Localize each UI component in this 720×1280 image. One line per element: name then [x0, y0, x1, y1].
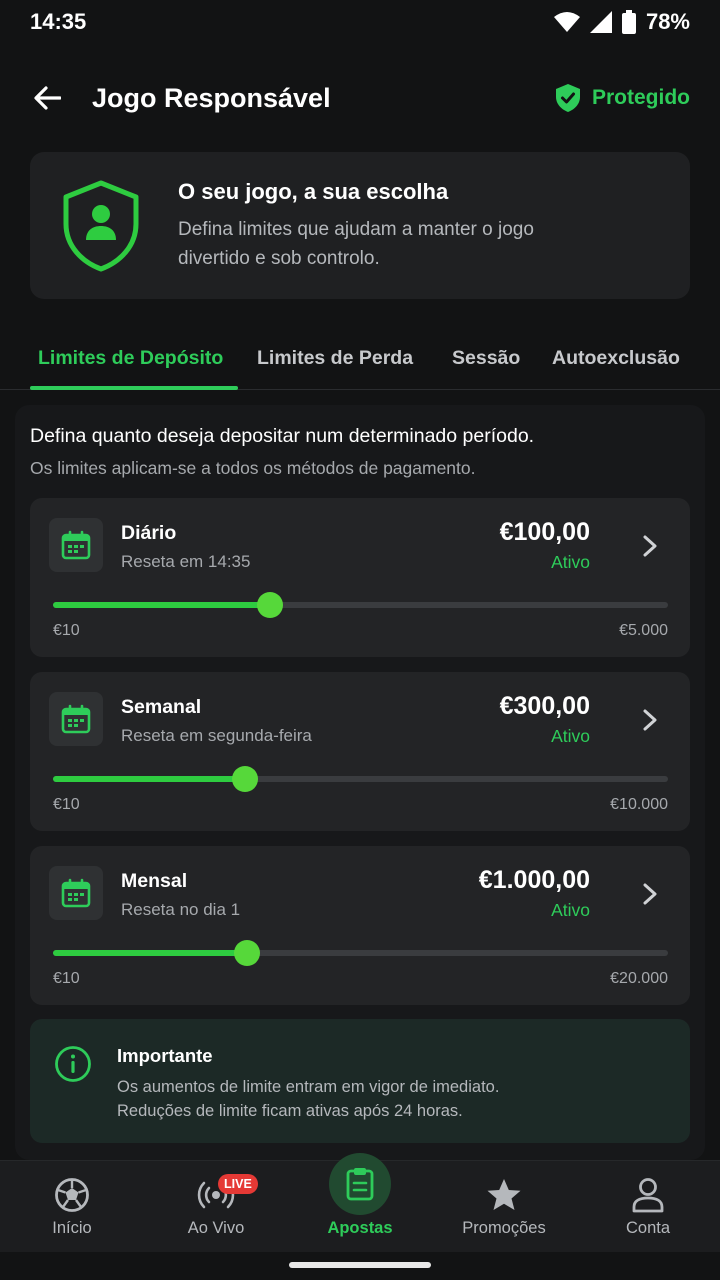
chevron-right-icon: [643, 709, 657, 731]
slider-thumb[interactable]: [232, 766, 259, 792]
star-icon: [487, 1179, 521, 1210]
chevron-right-icon: [643, 883, 657, 905]
slider-fill: [53, 776, 246, 782]
limit-slider[interactable]: [53, 592, 668, 618]
calendar-icon-box: [49, 866, 103, 920]
gesture-home-indicator[interactable]: [289, 1262, 431, 1268]
nav-item-home[interactable]: Início: [0, 1161, 144, 1253]
nav-item-bets[interactable]: Apostas: [288, 1153, 432, 1253]
status-icons: 78%: [553, 9, 690, 35]
bottom-navigation: Início LIVE Ao Vivo Apostas Promoções Co…: [0, 1153, 720, 1253]
slider-min-label: €10: [53, 970, 80, 987]
info-title: Importante: [117, 1045, 213, 1066]
hero-description: Defina limites que ajudam a manter o jog…: [178, 218, 534, 269]
nav-label: Apostas: [327, 1219, 393, 1237]
nav-active-highlight: [329, 1153, 391, 1215]
nav-icon-wrap: [52, 1175, 92, 1215]
panel-intro: Defina quanto deseja depositar num deter…: [30, 425, 680, 479]
deposit-limits-panel: Defina quanto deseja depositar num deter…: [15, 405, 705, 1160]
tab-session[interactable]: Sessão: [452, 326, 520, 390]
limit-amount: €100,00: [499, 518, 590, 546]
protected-label: Protegido: [592, 86, 690, 109]
app-bar: Jogo Responsável Protegido: [0, 62, 720, 134]
calendar-icon: [61, 704, 91, 734]
shield-user-icon: [63, 180, 139, 271]
back-button[interactable]: [30, 81, 64, 115]
bet-slip-icon: [346, 1168, 374, 1201]
info-text: Os aumentos de limite entram em vigor de…: [117, 1075, 657, 1123]
calendar-icon-box: [49, 692, 103, 746]
page-title: Jogo Responsável: [92, 82, 331, 113]
nav-item-promotions[interactable]: Promoções: [432, 1161, 576, 1253]
calendar-icon: [61, 878, 91, 908]
info-icon: [55, 1046, 91, 1082]
nav-item-account[interactable]: Conta: [576, 1161, 720, 1253]
battery-percentage: 78%: [645, 9, 690, 34]
slider-fill: [53, 602, 271, 608]
info-line: Reduções de limite ficam ativas após 24 …: [117, 1102, 463, 1120]
limit-status: Ativo: [551, 726, 590, 746]
intro-title: Defina quanto deseja depositar num deter…: [30, 425, 535, 447]
active-tab-indicator: [30, 386, 238, 390]
soccer-ball-icon: [55, 1178, 89, 1212]
nav-label: Promoções: [462, 1219, 546, 1237]
slider-thumb[interactable]: [257, 592, 284, 618]
limit-card-monthly[interactable]: Mensal Reseta no dia 1 €1.000,00 Ativo €…: [30, 846, 690, 1005]
limit-slider[interactable]: [53, 940, 668, 966]
limit-card-daily[interactable]: Diário Reseta em 14:35 €100,00 Ativo €10…: [30, 498, 690, 657]
arrow-left-icon: [34, 86, 61, 110]
live-badge: LIVE: [218, 1174, 258, 1194]
protected-badge: Protegido: [556, 84, 690, 112]
limit-name: Diário: [121, 522, 177, 544]
responsible-gaming-banner: O seu jogo, a sua escolha Defina limites…: [30, 152, 690, 299]
shield-check-icon: [556, 84, 580, 112]
limit-status: Ativo: [551, 552, 590, 572]
cellular-signal-icon: [589, 11, 612, 33]
tab-loss-limits[interactable]: Limites de Perda: [257, 326, 413, 390]
nav-label: Conta: [625, 1219, 671, 1237]
calendar-icon-box: [49, 518, 103, 572]
nav-item-live[interactable]: LIVE Ao Vivo: [144, 1161, 288, 1253]
intro-subtitle: Os limites aplicam-se a todos os métodos…: [30, 458, 476, 478]
limit-reset-text: Reseta em 14:35: [121, 552, 251, 571]
slider-max-label: €20.000: [610, 970, 668, 987]
user-icon: [632, 1178, 664, 1213]
status-bar: 14:35 78%: [0, 0, 720, 44]
limit-slider[interactable]: [53, 766, 668, 792]
nav-icon-wrap: [628, 1175, 668, 1215]
chevron-right-icon: [643, 535, 657, 557]
limit-name: Mensal: [121, 870, 188, 892]
slider-fill: [53, 950, 248, 956]
slider-max-label: €10.000: [610, 796, 668, 813]
tab-deposit-limits[interactable]: Limites de Depósito: [38, 326, 223, 390]
slider-thumb[interactable]: [234, 940, 261, 966]
slider-min-label: €10: [53, 796, 80, 813]
nav-label: Ao Vivo: [187, 1219, 245, 1237]
limit-name: Semanal: [121, 696, 202, 718]
wifi-icon: [553, 12, 580, 32]
slider-min-label: €10: [53, 622, 80, 639]
limit-reset-text: Reseta em segunda-feira: [121, 726, 312, 745]
info-line: Os aumentos de limite entram em vigor de…: [117, 1078, 500, 1096]
slider-max-label: €5.000: [619, 622, 668, 639]
tab-self-exclusion[interactable]: Autoexclusão: [552, 326, 680, 390]
status-time: 14:35: [30, 9, 87, 34]
calendar-icon: [61, 530, 91, 560]
nav-icon-wrap: [484, 1175, 524, 1215]
nav-label: Início: [52, 1219, 92, 1237]
important-info-box: Importante Os aumentos de limite entram …: [30, 1019, 690, 1143]
limit-amount: €1.000,00: [478, 866, 590, 894]
limit-tabs: Limites de Depósito Limites de Perda Ses…: [0, 326, 720, 390]
limit-status: Ativo: [551, 900, 590, 920]
limit-card-weekly[interactable]: Semanal Reseta em segunda-feira €300,00 …: [30, 672, 690, 831]
limit-reset-text: Reseta no dia 1: [121, 900, 241, 919]
hero-title: O seu jogo, a sua escolha: [178, 178, 449, 204]
limit-amount: €300,00: [499, 692, 590, 720]
battery-icon: [621, 10, 636, 34]
